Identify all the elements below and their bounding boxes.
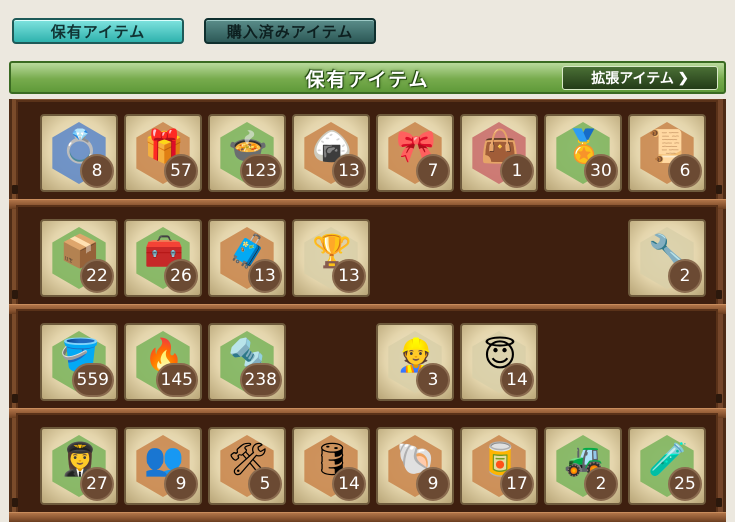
item-count: 9 [164, 467, 198, 501]
item-slot[interactable]: 🧰 26 [124, 219, 202, 297]
item-slot[interactable]: 👥 9 [124, 427, 202, 505]
item-count: 2 [668, 259, 702, 293]
item-slot[interactable]: 🔥 145 [124, 323, 202, 401]
item-count: 9 [416, 467, 450, 501]
item-slot[interactable]: 🎁 57 [124, 114, 202, 192]
item-slot[interactable]: 🎀 7 [376, 114, 454, 192]
item-count: 8 [80, 154, 114, 188]
tab-owned-items[interactable]: 保有アイテム [12, 18, 184, 44]
empty-slot [628, 323, 706, 401]
shelf-bracket [716, 290, 722, 299]
item-slot[interactable]: 🐚 9 [376, 427, 454, 505]
item-slot[interactable]: 📜 6 [628, 114, 706, 192]
item-count: 57 [164, 154, 198, 188]
shelf-bracket [12, 498, 18, 507]
shelf-bracket [12, 394, 18, 403]
empty-slot [544, 219, 622, 297]
empty-slot [460, 219, 538, 297]
item-slot[interactable]: 👷 3 [376, 323, 454, 401]
shelf-bracket [716, 498, 722, 507]
item-count: 3 [416, 363, 450, 397]
item-slot[interactable]: 🥫 17 [460, 427, 538, 505]
shelf-bracket [716, 185, 722, 194]
item-slot[interactable]: 🛠 5 [208, 427, 286, 505]
item-count: 145 [155, 363, 198, 397]
item-count: 30 [584, 154, 618, 188]
item-count: 2 [584, 467, 618, 501]
item-count: 14 [500, 363, 534, 397]
item-count: 17 [500, 467, 534, 501]
item-slot[interactable]: 🔧 2 [628, 219, 706, 297]
item-count: 123 [239, 154, 282, 188]
item-slot[interactable]: 😇 14 [460, 323, 538, 401]
item-slot[interactable]: 🚜 2 [544, 427, 622, 505]
item-count: 25 [668, 467, 702, 501]
item-slot[interactable]: 🔩 238 [208, 323, 286, 401]
item-slot[interactable]: 👩‍✈️ 27 [40, 427, 118, 505]
item-count: 559 [71, 363, 114, 397]
section-banner: 保有アイテム 拡張アイテム ❯ [9, 61, 726, 94]
empty-slot [292, 323, 370, 401]
empty-slot [544, 323, 622, 401]
item-count: 13 [332, 154, 366, 188]
item-slot[interactable]: 🧳 13 [208, 219, 286, 297]
item-slot[interactable]: 🧪 25 [628, 427, 706, 505]
item-slot[interactable]: 🏆 13 [292, 219, 370, 297]
item-slot[interactable]: 💍 8 [40, 114, 118, 192]
shelf-bracket [12, 290, 18, 299]
item-slot[interactable]: 🪣 559 [40, 323, 118, 401]
shelf-bracket [716, 394, 722, 403]
item-slot[interactable]: 👜 1 [460, 114, 538, 192]
item-count: 26 [164, 259, 198, 293]
extended-items-button[interactable]: 拡張アイテム ❯ [562, 66, 718, 90]
item-count: 6 [668, 154, 702, 188]
tab-purchased-items[interactable]: 購入済みアイテム [204, 18, 376, 44]
item-count: 14 [332, 467, 366, 501]
item-count: 13 [332, 259, 366, 293]
chevron-right-icon: ❯ [677, 70, 689, 86]
item-slot[interactable]: 📦 22 [40, 219, 118, 297]
empty-slot [376, 219, 454, 297]
item-slot[interactable]: 🏅 30 [544, 114, 622, 192]
extended-items-label: 拡張アイテム [591, 71, 674, 87]
item-count: 22 [80, 259, 114, 293]
item-slot[interactable]: 🍙 13 [292, 114, 370, 192]
shelf-bracket [12, 185, 18, 194]
item-count: 27 [80, 467, 114, 501]
item-count: 1 [500, 154, 534, 188]
item-count: 5 [248, 467, 282, 501]
item-count: 238 [239, 363, 282, 397]
item-count: 13 [248, 259, 282, 293]
item-slot[interactable]: 🍲 123 [208, 114, 286, 192]
item-count: 7 [416, 154, 450, 188]
item-slot[interactable]: 🛢 14 [292, 427, 370, 505]
